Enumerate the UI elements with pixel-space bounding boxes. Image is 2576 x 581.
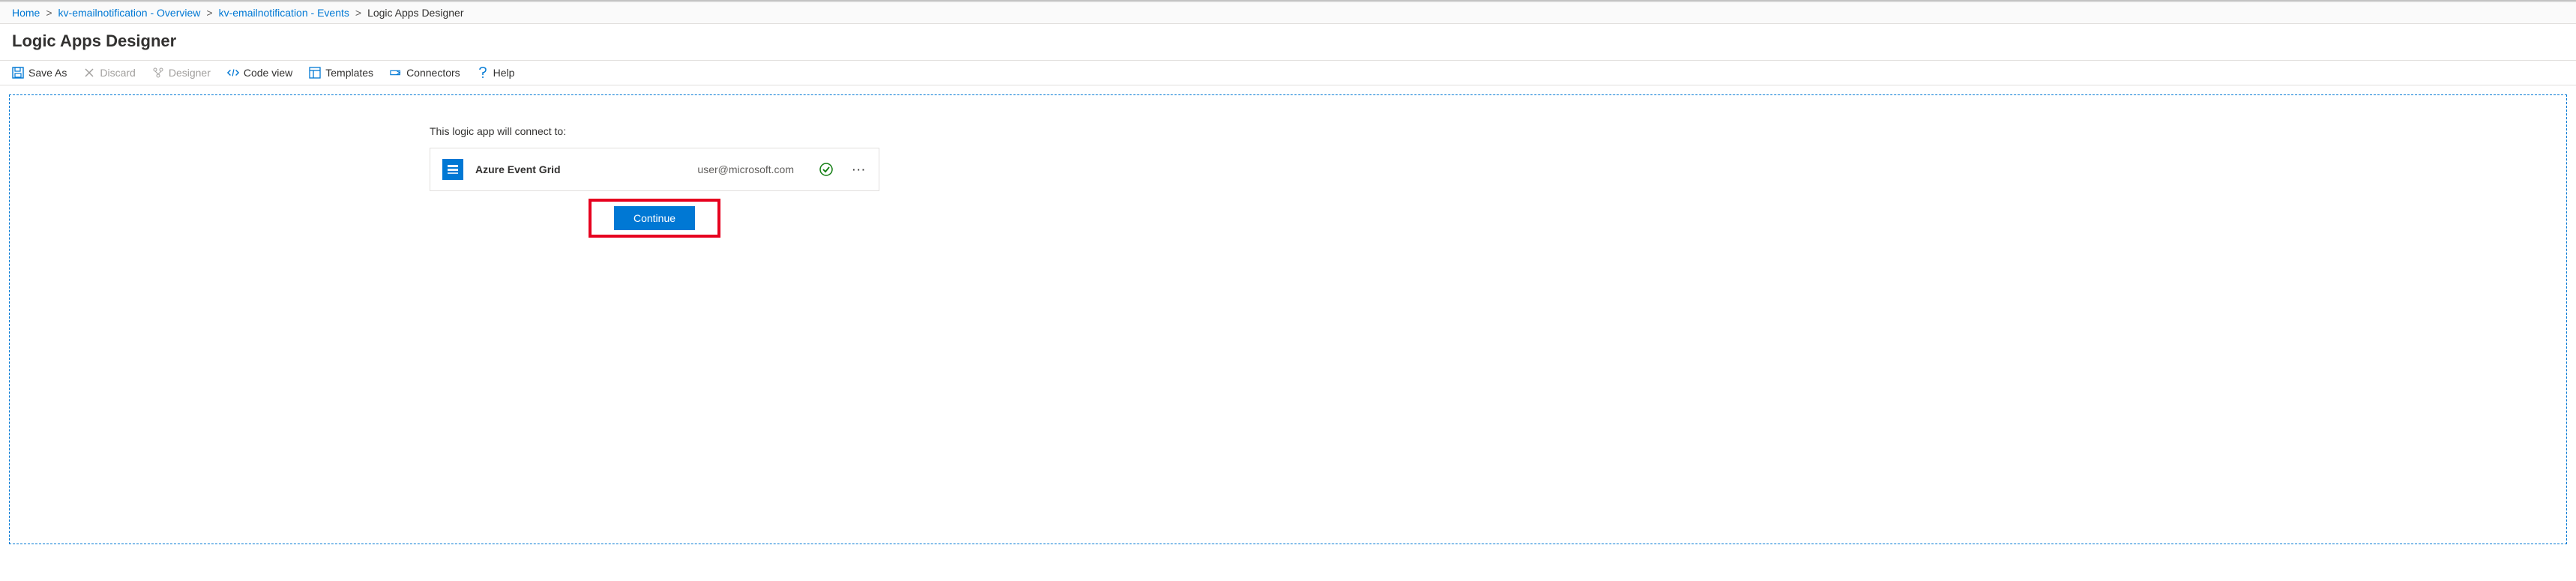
connection-area: This logic app will connect to: Azure Ev… xyxy=(430,125,879,191)
chevron-right-icon: > xyxy=(355,7,361,19)
help-button[interactable]: Help xyxy=(477,67,515,79)
designer-canvas[interactable]: This logic app will connect to: Azure Ev… xyxy=(9,94,2567,544)
connection-user: user@microsoft.com xyxy=(697,163,794,175)
templates-button[interactable]: Templates xyxy=(309,67,373,79)
continue-wrap: Continue xyxy=(430,199,879,238)
toolbar-label: Connectors xyxy=(406,67,460,79)
save-icon xyxy=(12,67,24,79)
toolbar-label: Templates xyxy=(325,67,373,79)
connectors-button[interactable]: Connectors xyxy=(390,67,460,79)
toolbar-label: Discard xyxy=(100,67,135,79)
chevron-right-icon: > xyxy=(206,7,212,19)
page-title: Logic Apps Designer xyxy=(0,24,2576,60)
connection-card[interactable]: Azure Event Grid user@microsoft.com ··· xyxy=(430,148,879,191)
designer-button[interactable]: Designer xyxy=(152,67,211,79)
breadcrumb-current: Logic Apps Designer xyxy=(367,7,463,19)
designer-canvas-wrap: This logic app will connect to: Azure Ev… xyxy=(0,85,2576,553)
designer-icon xyxy=(152,67,164,79)
toolbar: Save As Discard Designer Code view Templ… xyxy=(0,60,2576,85)
toolbar-label: Designer xyxy=(169,67,211,79)
discard-button[interactable]: Discard xyxy=(83,67,135,79)
event-grid-icon xyxy=(442,159,463,180)
code-icon xyxy=(227,67,239,79)
connection-service-name: Azure Event Grid xyxy=(475,163,561,175)
status-ok-icon xyxy=(819,163,833,176)
save-as-button[interactable]: Save As xyxy=(12,67,67,79)
breadcrumb-link-home[interactable]: Home xyxy=(12,7,40,19)
breadcrumb-link-events[interactable]: kv-emailnotification - Events xyxy=(219,7,349,19)
breadcrumb: Home > kv-emailnotification - Overview >… xyxy=(0,2,2576,24)
toolbar-label: Help xyxy=(493,67,515,79)
annotation-highlight: Continue xyxy=(589,199,720,238)
connectors-icon xyxy=(390,67,402,79)
templates-icon xyxy=(309,67,321,79)
help-icon xyxy=(477,67,489,79)
toolbar-label: Save As xyxy=(28,67,67,79)
toolbar-label: Code view xyxy=(244,67,292,79)
continue-button[interactable]: Continue xyxy=(614,206,695,230)
breadcrumb-link-overview[interactable]: kv-emailnotification - Overview xyxy=(58,7,201,19)
connection-more-menu[interactable]: ··· xyxy=(852,164,867,175)
chevron-right-icon: > xyxy=(46,7,52,19)
code-view-button[interactable]: Code view xyxy=(227,67,292,79)
connection-heading: This logic app will connect to: xyxy=(430,125,879,137)
discard-icon xyxy=(83,67,95,79)
